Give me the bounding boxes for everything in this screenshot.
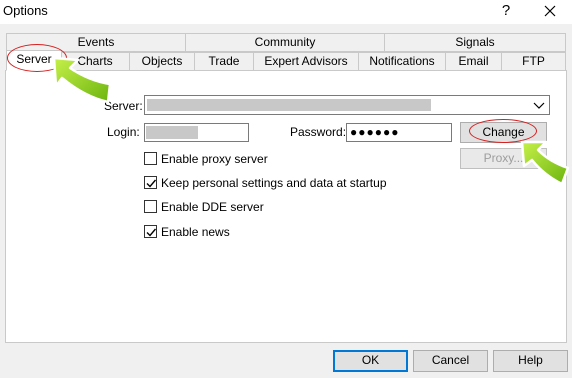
cancel-button[interactable]: Cancel	[413, 350, 488, 372]
tab-ftp[interactable]: FTP	[501, 52, 566, 71]
login-value-redacted	[146, 126, 198, 139]
enable-proxy-option[interactable]: Enable proxy server	[144, 151, 444, 167]
enable-dde-option[interactable]: Enable DDE server	[144, 199, 444, 215]
tab-community[interactable]: Community	[185, 33, 385, 52]
title-bar: Options ?	[0, 0, 572, 24]
green-arrow-icon	[520, 140, 570, 186]
keep-settings-checkbox[interactable]	[144, 176, 157, 189]
help-button[interactable]: Help	[493, 350, 568, 372]
login-input[interactable]	[144, 123, 249, 142]
server-value-redacted	[147, 99, 431, 111]
tab-objects[interactable]: Objects	[129, 52, 195, 71]
login-label: Login:	[107, 125, 140, 139]
enable-proxy-label: Enable proxy server	[161, 152, 268, 166]
password-input[interactable]: ●●●●●●	[346, 123, 452, 142]
help-icon[interactable]: ?	[496, 1, 516, 21]
enable-proxy-checkbox[interactable]	[144, 152, 157, 165]
enable-news-checkbox[interactable]	[144, 225, 157, 238]
chevron-down-icon[interactable]	[532, 98, 546, 112]
enable-dde-label: Enable DDE server	[161, 200, 264, 214]
enable-news-label: Enable news	[161, 225, 230, 239]
tab-notifications[interactable]: Notifications	[358, 52, 446, 71]
checkmark-icon	[146, 228, 157, 237]
server-select[interactable]	[144, 95, 550, 115]
enable-dde-checkbox[interactable]	[144, 200, 157, 213]
green-arrow-icon	[52, 56, 112, 104]
keep-settings-option[interactable]: Keep personal settings and data at start…	[144, 175, 464, 191]
close-icon[interactable]	[540, 1, 560, 21]
password-label: Password:	[290, 125, 347, 139]
keep-settings-label: Keep personal settings and data at start…	[161, 176, 387, 190]
tab-email[interactable]: Email	[445, 52, 502, 71]
tab-signals[interactable]: Signals	[384, 33, 566, 52]
checkmark-icon	[146, 179, 157, 188]
ok-button[interactable]: OK	[333, 350, 408, 372]
tab-expert-advisors[interactable]: Expert Advisors	[253, 52, 359, 71]
window-title: Options	[3, 3, 48, 18]
tab-trade[interactable]: Trade	[194, 52, 254, 71]
password-value: ●●●●●●	[350, 125, 400, 139]
enable-news-option[interactable]: Enable news	[144, 224, 444, 240]
